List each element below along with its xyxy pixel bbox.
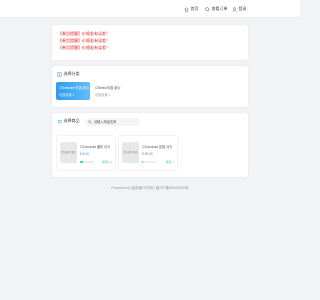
- product-title: 选择商品: [63, 118, 80, 123]
- product-search-input[interactable]: [94, 120, 138, 124]
- category-icon: [57, 71, 62, 77]
- nav-orders-label: 查看订单: [211, 6, 228, 11]
- footer-powered-link[interactable]: Powered by 独角兽代付网: [111, 186, 153, 190]
- notice-line: 【卷旨提醒】价格若有误差！: [58, 38, 110, 43]
- product-item-price: ¥ 92.00: [142, 152, 153, 156]
- top-navbar: 首页 查看订单 登录: [0, 0, 300, 18]
- nav-login[interactable]: 登录: [232, 5, 247, 13]
- nav-orders[interactable]: 查看订单: [205, 5, 228, 13]
- product-item-price: ¥ 8.00: [80, 152, 89, 156]
- product-item-stock: 库存 1: [165, 160, 174, 164]
- stock-bar-fill: [80, 161, 83, 163]
- home-icon: [184, 6, 189, 11]
- product-image: 默认图片预览: [122, 142, 139, 163]
- category-option-sub: 可选设置 1: [59, 93, 75, 97]
- cart-icon: [57, 119, 62, 124]
- search-icon: [205, 6, 210, 12]
- product-item-1[interactable]: 默认图片预览 CS/android 通讯 月卡 ¥ 8.00 库存 11: [57, 136, 115, 170]
- nav-login-label: 登录: [238, 6, 247, 11]
- user-icon: [232, 6, 237, 12]
- product-item-title: CS/android 定制 月卡: [142, 145, 173, 149]
- category-option-name: CStelecl可选 原价: [95, 86, 121, 90]
- category-title: 选择分类: [63, 71, 80, 76]
- product-item-title: CS/android 通讯 月卡: [80, 145, 111, 149]
- product-header: 选择商品: [57, 118, 80, 124]
- footer: Powered by 独角兽代付网 | 备ICP备00000000号: [0, 186, 300, 191]
- category-option-sub: 可选设置 1: [95, 93, 111, 97]
- image-placeholder-text: 默认图片预览: [61, 151, 76, 154]
- category-option-name: CStelecled 可选 原价: [59, 86, 89, 90]
- product-image: 默认图片预览: [60, 142, 77, 163]
- search-icon: [88, 120, 92, 124]
- category-option-1[interactable]: CStelecled 可选 原价 可选设置 1: [56, 82, 90, 100]
- product-search[interactable]: [85, 118, 140, 126]
- stock-bar: [80, 161, 94, 163]
- notice-card: 【卷旨提醒】价格若有误差！ 【卷旨提醒】价格若有误差！ 【卷旨提醒】价格若有误差…: [52, 25, 248, 60]
- notice-line: 【卷旨提醒】价格若有误差！: [58, 31, 110, 36]
- category-header: 选择分类: [57, 71, 80, 77]
- product-item-2[interactable]: 默认图片预览 CS/android 定制 月卡 ¥ 92.00 库存 1: [119, 136, 177, 170]
- nav-home-label: 首页: [190, 6, 199, 11]
- category-option-2[interactable]: CStelecl可选 原价 可选设置 1: [92, 82, 126, 100]
- nav-home[interactable]: 首页: [184, 5, 199, 13]
- footer-icp-link[interactable]: 备ICP备00000000号: [156, 186, 189, 190]
- product-item-stock: 库存 11: [102, 160, 112, 164]
- image-placeholder-text: 默认图片预览: [123, 151, 138, 154]
- notice-line: 【卷旨提醒】价格若有误差！: [58, 45, 110, 50]
- stock-bar: [142, 161, 156, 163]
- stock-bar-fill: [142, 161, 143, 163]
